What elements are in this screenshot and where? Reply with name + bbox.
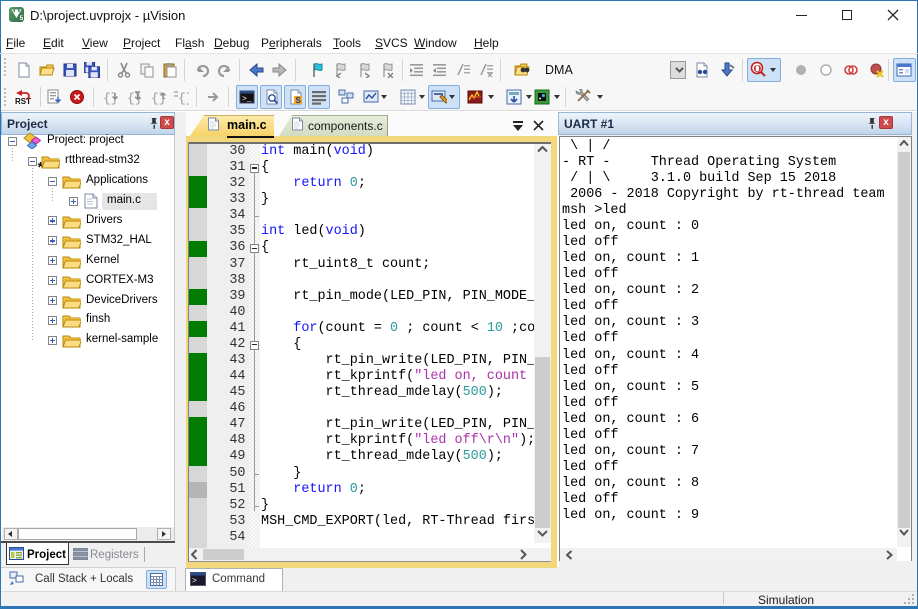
svg-text:5: 5: [20, 15, 24, 22]
svg-text:Q: Q: [754, 64, 762, 75]
svg-text:{}: {}: [178, 91, 189, 105]
svg-text:S: S: [296, 96, 302, 105]
svg-text:>: >: [192, 577, 197, 586]
svg-text:>_: >_: [242, 95, 252, 104]
